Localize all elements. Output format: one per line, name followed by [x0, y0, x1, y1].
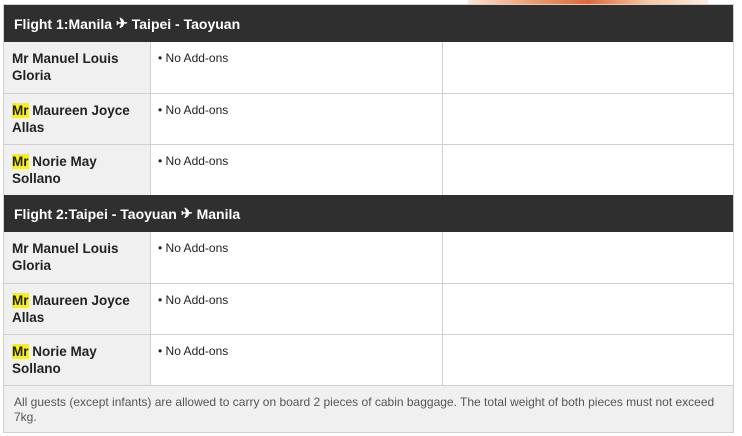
passenger-title: Mr	[12, 154, 29, 169]
addons-text: No Add-ons	[165, 154, 229, 168]
table-row: Mr Norie May Sollano • No Add-ons	[4, 144, 733, 195]
flight-2-header: Flight 2: Taipei - Taoyuan ✈ Manila	[4, 195, 733, 232]
table-row: Mr Norie May Sollano • No Add-ons	[4, 334, 733, 385]
passenger-addons: • No Add-ons	[151, 42, 443, 93]
passenger-name: Mr Maureen Joyce Allas	[4, 94, 151, 144]
baggage-note: All guests (except infants) are allowed …	[4, 385, 733, 432]
flight-1-destination: Taipei - Taoyuan	[131, 15, 241, 32]
plane-icon: ✈	[180, 205, 193, 221]
passenger-title: Mr	[12, 103, 29, 118]
plane-icon: ✈	[116, 15, 128, 31]
passenger-full-name: Manuel Louis Gloria	[12, 241, 119, 273]
bullet-icon: •	[158, 51, 163, 65]
bullet-icon: •	[158, 344, 163, 358]
addons-text: No Add-ons	[165, 51, 229, 65]
empty-cell	[443, 335, 733, 385]
passenger-full-name: Maureen Joyce Allas	[12, 103, 130, 135]
empty-cell	[443, 284, 733, 334]
addons-text: No Add-ons	[165, 241, 229, 255]
passenger-title: Mr	[12, 51, 29, 66]
empty-cell	[443, 145, 733, 195]
empty-cell	[443, 232, 733, 283]
bullet-icon: •	[158, 293, 163, 307]
passenger-addons: • No Add-ons	[151, 284, 443, 334]
passenger-title: Mr	[12, 344, 29, 359]
flight-2-prefix: Flight 2:	[14, 205, 69, 222]
addons-summary-table: Flight 1: Manila ✈ Taipei - Taoyuan Mr M…	[3, 4, 734, 433]
table-row: Mr Manuel Louis Gloria • No Add-ons	[4, 42, 733, 93]
flight-2-destination: Manila	[196, 205, 241, 222]
flight-1-origin: Manila	[68, 15, 113, 32]
passenger-addons: • No Add-ons	[151, 232, 443, 283]
bullet-icon: •	[158, 103, 163, 117]
passenger-name: Mr Norie May Sollano	[4, 335, 151, 385]
passenger-name: Mr Manuel Louis Gloria	[4, 42, 151, 93]
addons-text: No Add-ons	[165, 293, 229, 307]
flight-2-origin: Taipei - Taoyuan	[68, 205, 177, 222]
flight-1-prefix: Flight 1:	[14, 15, 69, 32]
empty-cell	[443, 94, 733, 144]
flight-1-header: Flight 1: Manila ✈ Taipei - Taoyuan	[4, 5, 733, 42]
addons-text: No Add-ons	[165, 344, 229, 358]
table-row: Mr Maureen Joyce Allas • No Add-ons	[4, 283, 733, 334]
passenger-addons: • No Add-ons	[151, 94, 443, 144]
passenger-name: Mr Manuel Louis Gloria	[4, 232, 151, 283]
passenger-addons: • No Add-ons	[151, 145, 443, 195]
table-row: Mr Maureen Joyce Allas • No Add-ons	[4, 93, 733, 144]
bullet-icon: •	[158, 154, 163, 168]
passenger-name: Mr Norie May Sollano	[4, 145, 151, 195]
addons-text: No Add-ons	[165, 103, 229, 117]
passenger-addons: • No Add-ons	[151, 335, 443, 385]
passenger-title: Mr	[12, 293, 29, 308]
passenger-title: Mr	[12, 241, 29, 256]
passenger-name: Mr Maureen Joyce Allas	[4, 284, 151, 334]
bullet-icon: •	[158, 241, 163, 255]
passenger-full-name: Manuel Louis Gloria	[12, 51, 119, 83]
passenger-full-name: Maureen Joyce Allas	[12, 293, 130, 325]
table-row: Mr Manuel Louis Gloria • No Add-ons	[4, 232, 733, 283]
empty-cell	[443, 42, 733, 93]
